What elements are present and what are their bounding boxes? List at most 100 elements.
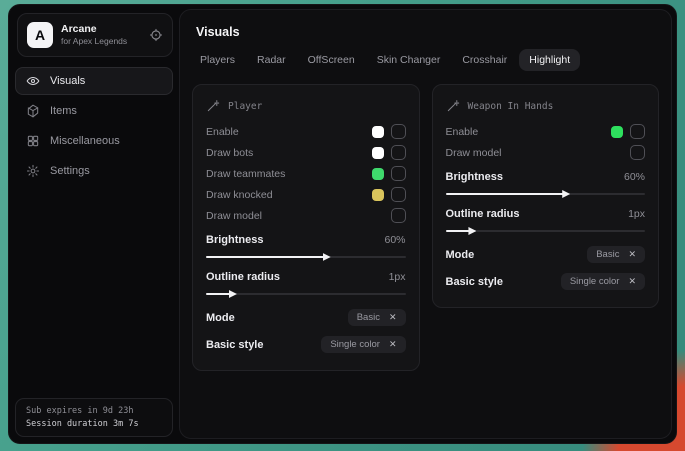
select-tag[interactable]: Single color ✕ [561,273,645,290]
slider-brightness: Brightness 60% [206,230,406,258]
main-content: Visuals PlayersRadarOffScreenSkin Change… [179,9,672,439]
tag-value: Basic [596,249,619,260]
subscription-status-card: Sub expires in 9d 23h Session duration 3… [15,398,173,437]
checkbox[interactable] [391,145,406,160]
tab-radar[interactable]: Radar [247,49,296,71]
sidebar-item-miscellaneous[interactable]: Miscellaneous [15,127,173,155]
sidebar-item-visuals[interactable]: Visuals [15,67,173,95]
tab-skin-changer[interactable]: Skin Changer [367,49,451,71]
gear-icon [26,164,40,178]
toggle-label: Draw model [446,147,502,159]
slider-label: Outline radius [446,208,520,220]
slider-track[interactable] [206,256,406,258]
sidebar-item-label: Miscellaneous [50,135,120,147]
tab-crosshair[interactable]: Crosshair [452,49,517,71]
toggle-row-enable: Enable [446,121,646,142]
color-swatch[interactable] [611,126,623,138]
tag-value: Single color [330,339,380,350]
slider-value: 1px [389,271,406,283]
slider-outline-radius: Outline radius1px [206,267,406,295]
color-swatch[interactable] [372,126,384,138]
slider-track[interactable] [446,230,646,232]
slider-knob[interactable] [562,190,570,198]
checkbox[interactable] [391,124,406,139]
slider-label: Brightness [206,234,263,246]
toggle-row-enable: Enable [206,121,406,142]
checkbox[interactable] [630,145,645,160]
sidebar-nav: AimbotVisualsItemsMiscellaneousSettings [9,37,179,185]
slider-brightness: Brightness 60% [446,167,646,195]
tab-offscreen[interactable]: OffScreen [298,49,365,71]
slider-track[interactable] [446,193,646,195]
select-label: Mode [446,249,475,261]
tab-highlight[interactable]: Highlight [519,49,580,71]
color-swatch[interactable] [372,168,384,180]
sidebar-item-settings[interactable]: Settings [15,157,173,185]
slider-knob[interactable] [468,227,476,235]
panel-weapon-in-hands: Weapon In Hands Enable Draw model Brightnes… [432,84,660,308]
sidebar-item-label: Items [50,105,77,117]
sub-expiry-text: Sub expires in 9d 23h [26,406,162,416]
toggle-row-draw-model: Draw model [206,205,406,226]
slider-label: Brightness [446,171,503,183]
wand-icon [446,99,460,113]
select-row-mode: Mode Basic ✕ [446,241,646,268]
toggle-label: Draw teammates [206,168,285,180]
target-icon[interactable] [149,28,163,42]
sidebar: A Arcane for Apex Legends Category Aimbo… [9,5,179,443]
toggle-label: Enable [206,126,239,138]
tag-close-icon[interactable]: ✕ [628,249,636,260]
slider-knob[interactable] [229,290,237,298]
slider-outline-radius: Outline radius1px [446,204,646,232]
toggle-label: Draw bots [206,147,253,159]
panel-title: Weapon In Hands [446,95,646,117]
panel-player: Player Enable Draw bots Draw teammates Draw … [192,84,420,371]
app-header-card: A Arcane for Apex Legends [17,13,173,57]
select-label: Mode [206,312,235,324]
sidebar-item-label: Settings [50,165,90,177]
panels-container: Player Enable Draw bots Draw teammates Draw … [180,71,671,384]
app-logo: A [27,22,53,48]
slider-track[interactable] [206,293,406,295]
wand-icon [206,99,220,113]
app-subtitle: for Apex Legends [61,36,141,47]
app-window: A Arcane for Apex Legends Category Aimbo… [8,4,677,444]
page-title: Visuals [180,10,671,49]
panel-title: Player [206,95,406,117]
toggle-row-draw-bots: Draw bots [206,142,406,163]
color-swatch[interactable] [372,147,384,159]
checkbox[interactable] [391,208,406,223]
tab-bar: PlayersRadarOffScreenSkin ChangerCrossha… [180,49,671,71]
select-row-basic-style: Basic style Single color ✕ [206,331,406,358]
select-tag[interactable]: Single color ✕ [321,336,405,353]
select-label: Basic style [206,339,263,351]
slider-knob[interactable] [323,253,331,261]
tag-value: Single color [570,276,620,287]
select-tag[interactable]: Basic ✕ [587,246,645,263]
select-tag[interactable]: Basic ✕ [348,309,406,326]
toggle-label: Enable [446,126,479,138]
tag-close-icon[interactable]: ✕ [389,312,397,323]
cube-icon [26,104,40,118]
slider-value: 60% [384,234,405,246]
slider-value: 60% [624,171,645,183]
checkbox[interactable] [630,124,645,139]
color-swatch[interactable] [372,189,384,201]
select-label: Basic style [446,276,503,288]
tab-players[interactable]: Players [190,49,245,71]
sidebar-item-label: Visuals [50,75,85,87]
toggle-label: Draw model [206,210,262,222]
toggle-label: Draw knocked [206,189,273,201]
tag-close-icon[interactable]: ✕ [628,276,636,287]
checkbox[interactable] [391,166,406,181]
toggle-row-draw-teammates: Draw teammates [206,163,406,184]
select-row-basic-style: Basic style Single color ✕ [446,268,646,295]
toggle-row-draw-model: Draw model [446,142,646,163]
toggle-row-draw-knocked: Draw knocked [206,184,406,205]
sidebar-item-items[interactable]: Items [15,97,173,125]
eye-icon [26,74,40,88]
session-duration-text: Session duration 3m 7s [26,419,162,429]
tag-value: Basic [357,312,380,323]
tag-close-icon[interactable]: ✕ [389,339,397,350]
checkbox[interactable] [391,187,406,202]
